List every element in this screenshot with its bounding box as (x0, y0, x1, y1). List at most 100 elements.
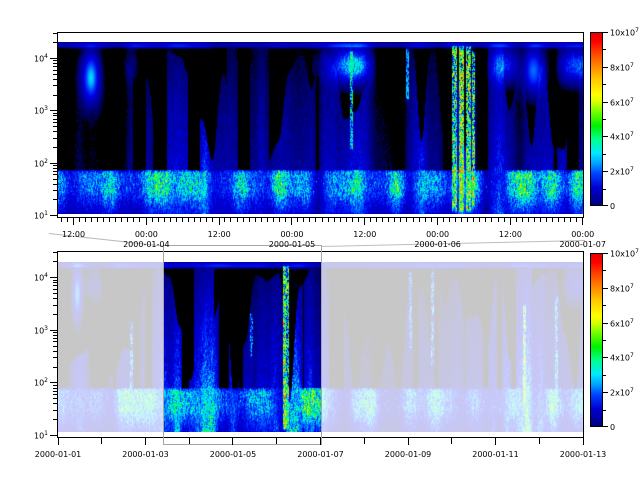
colorbar-minor-tick (603, 119, 606, 120)
y-minor-tick (53, 122, 57, 123)
x-minor-tick (133, 218, 134, 222)
x-minor-tick (443, 218, 444, 222)
x-minor-tick (491, 218, 492, 222)
colorbar-major-tick (603, 357, 608, 358)
x-minor-tick (103, 218, 104, 222)
y-minor-tick (53, 95, 57, 96)
context-fade-left (58, 252, 163, 437)
colorbar-tick-label: 6x107 (610, 319, 634, 329)
y-minor-tick (53, 391, 57, 392)
colorbar-tick-label: 0 (610, 202, 615, 211)
x-minor-tick (473, 218, 474, 222)
y-minor-tick (53, 147, 57, 148)
zoom-colorbar[interactable] (590, 32, 603, 206)
x-minor-tick (346, 218, 347, 222)
x-tick-label: 00:00 (571, 230, 594, 239)
y-minor-tick (53, 332, 57, 333)
y-minor-tick (53, 285, 57, 286)
x-minor-tick (455, 218, 456, 222)
x-minor-tick (194, 218, 195, 222)
y-minor-tick (53, 119, 57, 120)
y-minor-tick (53, 42, 57, 43)
y-minor-tick (53, 174, 57, 175)
x-minor-tick (170, 218, 171, 222)
y-minor-tick (53, 419, 57, 420)
y-minor-tick (53, 298, 57, 299)
x-minor-tick (267, 218, 268, 222)
x-major-tick (73, 218, 74, 225)
x-minor-tick (570, 218, 571, 222)
y-minor-tick (53, 398, 57, 399)
y-tick-label: 103 (12, 326, 48, 336)
x-minor-tick (498, 218, 499, 222)
colorbar-major-tick (603, 323, 608, 324)
x-minor-tick (425, 218, 426, 222)
x-major-tick (146, 218, 147, 225)
colorbar-minor-tick (603, 189, 606, 190)
x-major-tick (219, 218, 220, 225)
colorbar-minor-tick (603, 305, 606, 306)
x-minor-tick (249, 218, 250, 222)
y-minor-tick (53, 394, 57, 395)
x-minor-tick (467, 218, 468, 222)
y-minor-tick (53, 85, 57, 86)
colorbar-tick-label: 2x107 (610, 167, 634, 177)
zoom-heatmap-canvas[interactable] (58, 42, 583, 214)
x-minor-tick (451, 438, 452, 444)
x-minor-tick (400, 218, 401, 222)
x-tick-label: 2000-01-13 (560, 450, 607, 459)
y-minor-tick (53, 280, 57, 281)
x-minor-tick (91, 218, 92, 222)
x-major-tick (291, 218, 292, 225)
x-tick-label: 00:00 (280, 230, 303, 239)
x-minor-tick (67, 218, 68, 222)
zoom-panel-plot[interactable] (57, 32, 584, 218)
y-minor-tick (53, 33, 57, 34)
x-tick-label: 2000-01-09 (385, 450, 432, 459)
x-date-label: 2000-01-04 (123, 240, 170, 249)
x-major-tick (495, 438, 496, 445)
context-colorbar[interactable] (590, 253, 603, 427)
x-minor-tick (522, 218, 523, 222)
y-tick-label: 104 (12, 273, 48, 283)
y-minor-tick (53, 305, 57, 306)
x-minor-tick (212, 218, 213, 222)
x-minor-tick (479, 218, 480, 222)
x-minor-tick (152, 218, 153, 222)
y-minor-tick (53, 357, 57, 358)
x-minor-tick (364, 438, 365, 444)
colorbar-major-tick (603, 288, 608, 289)
y-minor-tick (53, 165, 57, 166)
y-minor-tick (53, 289, 57, 290)
x-minor-tick (376, 218, 377, 222)
y-tick-label: 101 (12, 211, 48, 221)
x-minor-tick (206, 218, 207, 222)
context-fade-right (321, 252, 584, 437)
x-tick-label: 12:00 (353, 230, 376, 239)
x-minor-tick (309, 218, 310, 222)
x-minor-tick (322, 218, 323, 222)
colorbar-tick-label: 8x107 (610, 284, 634, 294)
x-tick-label: 2000-01-11 (472, 450, 519, 459)
colorbar-tick-label: 8x107 (610, 63, 634, 73)
context-selection-box[interactable] (163, 245, 323, 445)
x-minor-tick (85, 218, 86, 222)
colorbar-tick-label: 6x107 (610, 98, 634, 108)
y-minor-tick (53, 138, 57, 139)
x-minor-tick (139, 218, 140, 222)
x-major-tick (510, 218, 511, 225)
x-minor-tick (255, 218, 256, 222)
x-minor-tick (285, 218, 286, 222)
x-date-label: 2000-01-07 (559, 240, 606, 249)
x-tick-label: 2000-01-03 (122, 450, 169, 459)
colorbar-tick-label: 10x107 (610, 28, 639, 38)
x-major-tick (145, 438, 146, 445)
x-major-tick (582, 218, 583, 225)
x-minor-tick (276, 438, 277, 444)
colorbar-major-tick (603, 426, 608, 427)
x-minor-tick (352, 218, 353, 222)
x-minor-tick (564, 218, 565, 222)
x-minor-tick (558, 218, 559, 222)
x-minor-tick (539, 438, 540, 444)
y-minor-tick (53, 410, 57, 411)
